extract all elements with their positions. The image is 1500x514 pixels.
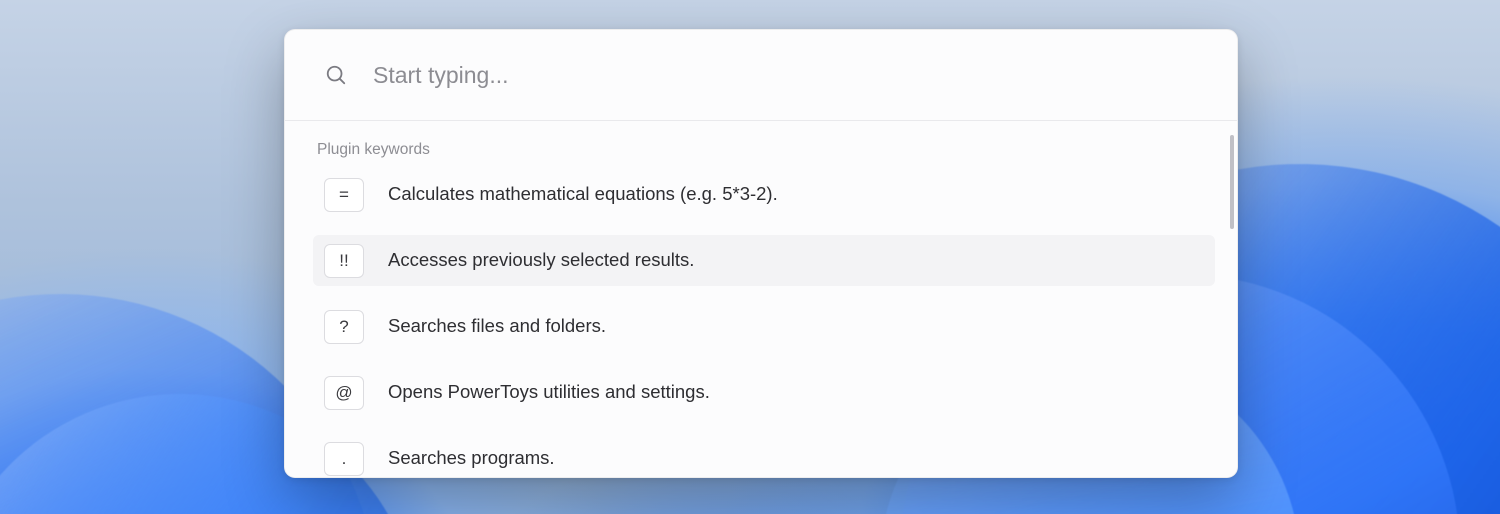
plugin-keyword-description: Accesses previously selected results.	[388, 249, 694, 271]
plugin-keyword-chip: @	[324, 376, 364, 410]
plugin-keyword-chip: =	[324, 178, 364, 212]
search-row	[285, 30, 1237, 121]
search-icon	[325, 64, 347, 86]
plugin-keyword-chip: ?	[324, 310, 364, 344]
plugin-keyword-item[interactable]: ? Searches files and folders.	[313, 301, 1215, 352]
plugin-keyword-item[interactable]: . Searches programs.	[313, 433, 1215, 477]
plugin-keyword-item[interactable]: = Calculates mathematical equations (e.g.…	[313, 169, 1215, 220]
plugin-keyword-description: Opens PowerToys utilities and settings.	[388, 381, 710, 403]
section-header-plugin-keywords: Plugin keywords	[313, 135, 1215, 169]
run-launcher-window: Plugin keywords = Calculates mathematical…	[284, 29, 1238, 478]
results-panel: Plugin keywords = Calculates mathematical…	[285, 121, 1237, 477]
search-input[interactable]	[373, 62, 1201, 89]
plugin-keyword-item[interactable]: @ Opens PowerToys utilities and settings.	[313, 367, 1215, 418]
plugin-keyword-description: Calculates mathematical equations (e.g. …	[388, 183, 778, 205]
plugin-keyword-description: Searches files and folders.	[388, 315, 606, 337]
plugin-keyword-chip: .	[324, 442, 364, 476]
scrollbar[interactable]	[1230, 135, 1234, 395]
plugin-keyword-description: Searches programs.	[388, 447, 555, 469]
scrollbar-thumb[interactable]	[1230, 135, 1234, 229]
plugin-keyword-chip: !!	[324, 244, 364, 278]
plugin-keyword-item[interactable]: !! Accesses previously selected results.	[313, 235, 1215, 286]
